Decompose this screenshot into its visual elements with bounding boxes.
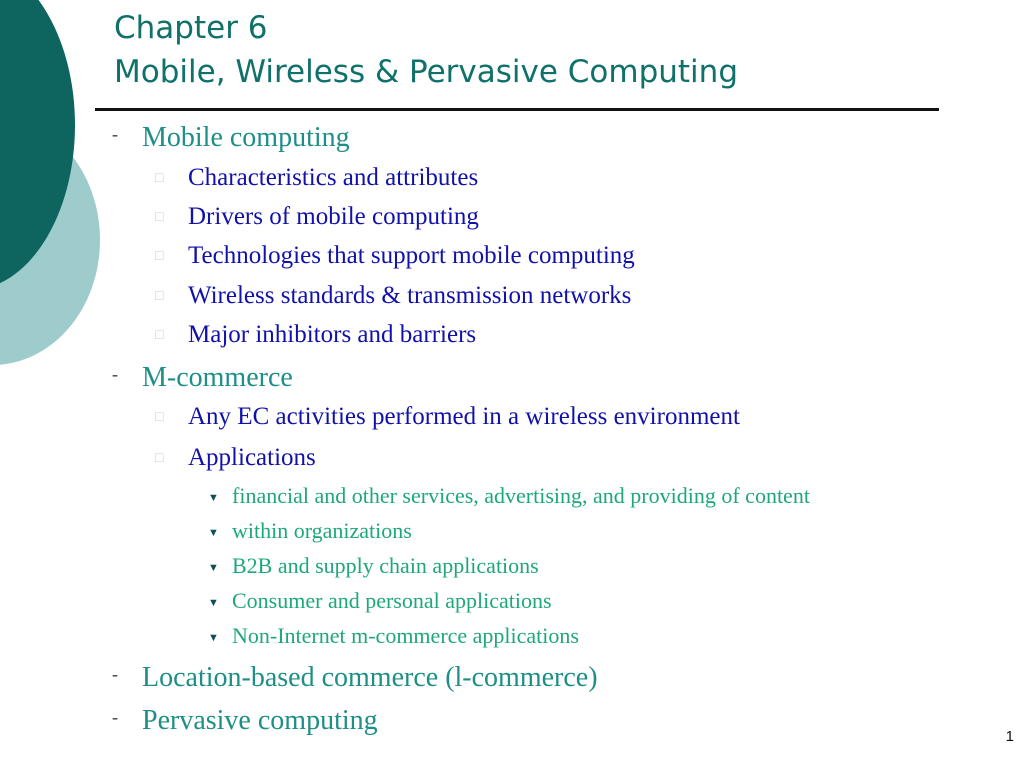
square-bullet-icon: □ xyxy=(155,171,164,187)
triangle-bullet-icon: ▼ xyxy=(208,561,219,574)
bullet-text: Applications xyxy=(188,444,316,471)
title-divider xyxy=(95,108,939,111)
bullet-item-level-2: □ Wireless standards & transmission netwo… xyxy=(155,282,631,310)
triangle-bullet-icon: ▼ xyxy=(208,526,219,539)
bullet-text: Drivers of mobile computing xyxy=(188,203,479,230)
bullet-item-level-2: □ Applications xyxy=(155,444,316,472)
square-bullet-icon: □ xyxy=(155,289,164,305)
square-bullet-icon: □ xyxy=(155,328,164,344)
dash-bullet-icon: - xyxy=(112,124,118,144)
bullet-item-level-1: - M-commerce xyxy=(112,362,293,394)
dash-bullet-icon: - xyxy=(112,364,118,384)
bullet-text: financial and other services, advertisin… xyxy=(232,483,810,508)
title-line-2: Mobile, Wireless & Pervasive Computing xyxy=(114,54,738,90)
bullet-text: Pervasive computing xyxy=(142,705,378,736)
square-bullet-icon: □ xyxy=(155,410,164,426)
triangle-bullet-icon: ▼ xyxy=(208,491,219,504)
bullet-text: Mobile computing xyxy=(142,122,350,153)
bullet-item-level-3: ▼ Consumer and personal applications xyxy=(208,588,552,614)
bullet-item-level-2: □ Technologies that support mobile comput… xyxy=(155,242,635,270)
bullet-item-level-1: - Pervasive computing xyxy=(112,705,378,737)
bullet-text: M-commerce xyxy=(142,362,293,393)
bullet-item-level-2: □ Characteristics and attributes xyxy=(155,164,478,192)
bullet-text: Technologies that support mobile computi… xyxy=(188,242,635,269)
bullet-item-level-1: - Location-based commerce (l-commerce) xyxy=(112,662,598,694)
page-number: 1 xyxy=(1005,728,1014,745)
bullet-text: Any EC activities performed in a wireles… xyxy=(188,403,740,430)
slide-title: Chapter 6 Mobile, Wireless & Pervasive C… xyxy=(114,6,738,94)
bullet-text: Characteristics and attributes xyxy=(188,164,479,191)
bullet-text: B2B and supply chain applications xyxy=(232,553,539,578)
bullet-item-level-3: ▼ within organizations xyxy=(208,518,412,544)
title-line-1: Chapter 6 xyxy=(114,10,268,46)
bullet-text: Non-Internet m-commerce applications xyxy=(232,623,579,648)
bullet-item-level-2: □ Drivers of mobile computing xyxy=(155,203,479,231)
bullet-item-level-2: □ Any EC activities performed in a wirele… xyxy=(155,403,740,431)
bullet-text: Wireless standards & transmission networ… xyxy=(188,282,632,309)
dash-bullet-icon: - xyxy=(112,707,118,727)
bullet-text: within organizations xyxy=(232,518,412,543)
triangle-bullet-icon: ▼ xyxy=(208,596,219,609)
triangle-bullet-icon: ▼ xyxy=(208,631,219,644)
bullet-text: Location-based commerce (l-commerce) xyxy=(142,662,598,693)
bullet-text: Major inhibitors and barriers xyxy=(188,321,477,348)
square-bullet-icon: □ xyxy=(155,210,164,226)
bullet-text: Consumer and personal applications xyxy=(232,588,552,613)
bullet-item-level-1: - Mobile computing xyxy=(112,122,350,154)
bullet-item-level-3: ▼ financial and other services, advertisi… xyxy=(208,483,810,509)
square-bullet-icon: □ xyxy=(155,451,164,467)
bullet-item-level-2: □ Major inhibitors and barriers xyxy=(155,321,476,349)
square-bullet-icon: □ xyxy=(155,249,164,265)
bullet-item-level-3: ▼ Non-Internet m-commerce applications xyxy=(208,623,579,649)
dash-bullet-icon: - xyxy=(112,664,118,684)
bullet-item-level-3: ▼ B2B and supply chain applications xyxy=(208,553,539,579)
